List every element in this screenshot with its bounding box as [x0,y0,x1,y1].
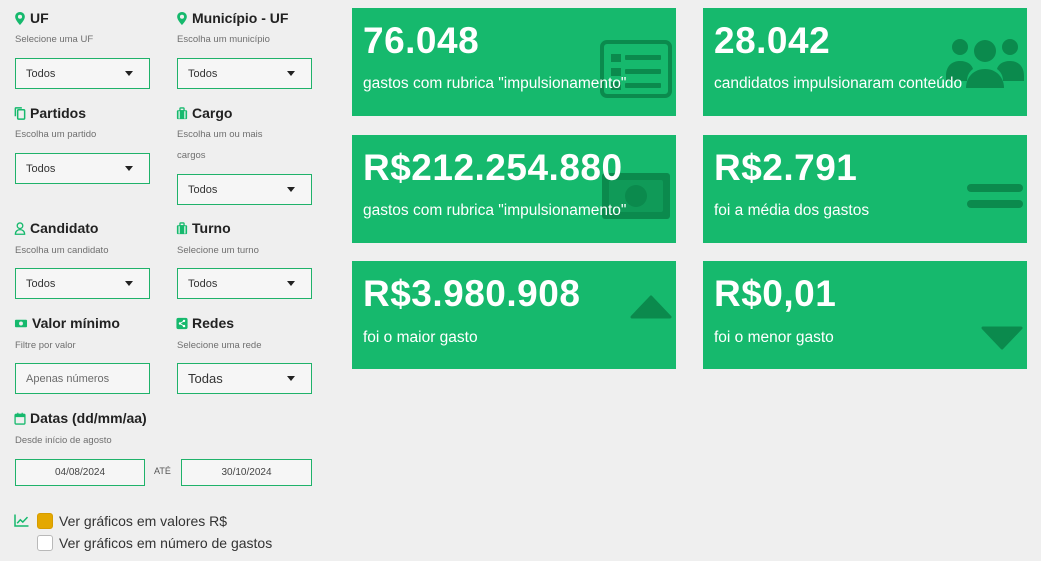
filter-label-text: Município - UF [192,10,289,26]
stat-description: foi o menor gasto [714,329,834,346]
checkbox-unchecked[interactable] [37,535,53,551]
triangle-down-icon [981,326,1023,350]
filter-hint-valor-minimo: Filtre por valor [15,340,76,351]
briefcase-icon [176,106,188,119]
caret-down-icon [125,71,133,76]
caret-down-icon [287,281,295,286]
checkbox-checked[interactable] [37,513,53,529]
filter-label-valor-minimo: Valor mínimo [14,315,120,331]
redes-select-value: Todas [188,371,223,386]
chart-option-valores-label: Ver gráficos em valores R$ [59,513,228,529]
stat-description: gastos com rubrica "impulsionamento" [363,75,627,92]
filter-hint-partidos: Escolha um partido [15,129,97,140]
money-icon [14,319,28,327]
triangle-up-icon [630,295,672,319]
caret-down-icon [287,187,295,192]
map-pin-icon [15,11,25,25]
stat-value: R$212.254.880 [363,147,623,188]
redes-select[interactable]: Todas [177,363,312,394]
stat-value: R$0,01 [714,273,837,314]
stat-description: foi a média dos gastos [714,202,870,219]
filter-label-turno: Turno [176,220,231,236]
filter-label-text: Partidos [30,105,87,121]
chart-option-valores[interactable]: Ver gráficos em valores R$ [37,513,227,529]
filter-label-text: Datas (dd/mm/aa) [30,410,147,426]
date-separator: ATÉ [154,466,171,476]
filter-label-text: Candidato [30,220,99,236]
stat-description: candidatos impulsionaram conteúdo [714,75,963,92]
valor-minimo-input[interactable] [15,363,150,394]
copy-icon [14,106,26,120]
partidos-select[interactable]: Todos [15,153,150,184]
stat-card-total-gastos: 76.048 gastos com rubrica "impulsionamen… [352,8,676,116]
filter-label-text: Valor mínimo [32,315,120,331]
chart-option-numero[interactable]: Ver gráficos em número de gastos [37,535,272,551]
stat-card-candidatos: 28.042 candidatos impulsionaram conteúdo [703,8,1027,116]
stat-value: 28.042 [714,20,831,61]
uf-select[interactable]: Todos [15,58,150,89]
cargo-select[interactable]: Todos [177,174,312,205]
turno-select[interactable]: Todos [177,268,312,299]
filter-label-municipio: Município - UF [176,10,288,26]
caret-down-icon [125,166,133,171]
filter-hint-redes: Selecione uma rede [177,340,262,351]
candidato-select[interactable]: Todos [15,268,150,299]
filter-label-text: Redes [192,315,235,331]
municipio-select-value: Todos [188,67,218,80]
briefcase-icon [176,221,188,234]
filter-hint-candidato: Escolha um candidato [15,245,109,256]
date-start-input[interactable]: 04/08/2024 [15,459,145,486]
share-icon [176,317,188,329]
municipio-select[interactable]: Todos [177,58,312,89]
filter-label-cargo: Cargo [176,105,232,121]
filter-hint-uf: Selecione uma UF [15,34,94,45]
equals-icon [967,184,1023,208]
chart-option-numero-label: Ver gráficos em número de gastos [59,535,273,551]
stat-value: R$2.791 [714,147,858,188]
turno-select-value: Todos [188,277,218,290]
filter-hint-cargo-line1: Escolha um ou mais [177,129,263,140]
filter-hint-municipio: Escolha um município [177,34,270,45]
caret-down-icon [287,71,295,76]
uf-select-value: Todos [26,67,56,80]
user-icon [14,221,26,235]
map-pin-icon [177,11,187,25]
filter-label-text: Cargo [192,105,233,121]
cargo-select-value: Todos [188,183,218,196]
candidato-select-value: Todos [26,277,56,290]
stat-card-menor-gasto: R$0,01 foi o menor gasto [703,261,1027,369]
filter-label-uf: UF [14,10,49,26]
stat-value: R$3.980.908 [363,273,581,314]
filter-label-text: Turno [192,220,231,236]
filter-label-datas: Datas (dd/mm/aa) [14,410,147,426]
caret-down-icon [125,281,133,286]
filter-hint-datas: Desde início de agosto [15,435,112,446]
stat-description: gastos com rubrica "impulsionamento" [363,202,627,219]
filter-label-candidato: Candidato [14,220,98,236]
calendar-icon [14,412,26,425]
stat-card-maior-gasto: R$3.980.908 foi o maior gasto [352,261,676,369]
stat-card-media: R$2.791 foi a média dos gastos [703,135,1027,243]
partidos-select-value: Todos [26,162,56,175]
caret-down-icon [287,376,295,381]
filter-hint-cargo-line2: cargos [177,150,206,161]
filter-hint-turno: Selecione um turno [177,245,259,256]
stat-value: 76.048 [363,20,480,61]
stat-description: foi o maior gasto [363,329,478,346]
stat-card-valor-total: R$212.254.880 gastos com rubrica "impuls… [352,135,676,243]
filter-label-redes: Redes [176,315,234,331]
filter-label-text: UF [30,10,49,26]
date-end-input[interactable]: 30/10/2024 [181,459,312,486]
line-chart-icon [14,514,29,527]
filter-label-partidos: Partidos [14,105,86,121]
